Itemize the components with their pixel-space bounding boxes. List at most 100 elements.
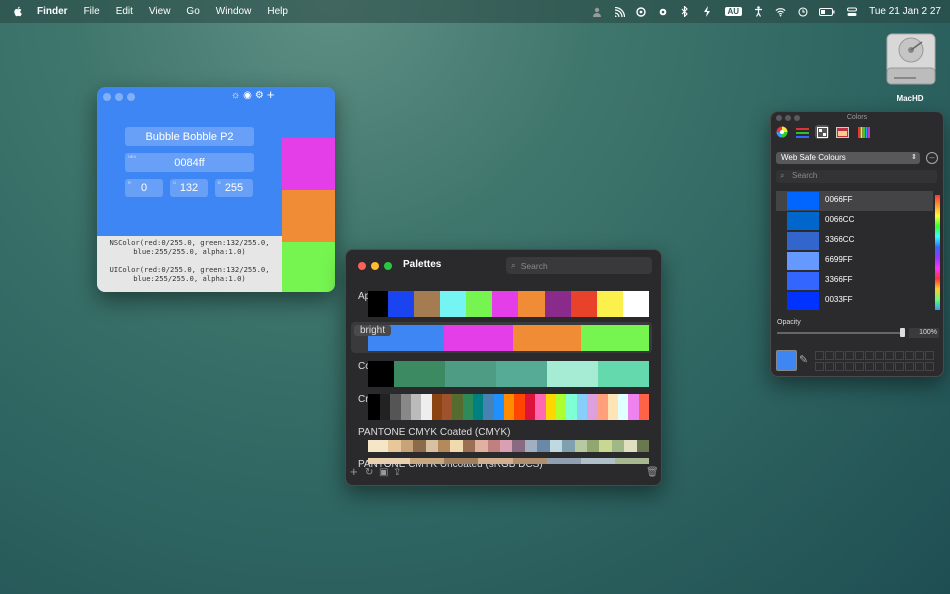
opacity-value[interactable]: 100% xyxy=(909,328,939,338)
list-options-icon[interactable]: – xyxy=(926,152,938,164)
palette-row[interactable]: Apple xyxy=(351,288,652,319)
color-list-item[interactable]: 6699FF xyxy=(776,251,933,271)
battery-icon[interactable] xyxy=(819,6,835,17)
palette-swatch[interactable] xyxy=(462,440,476,452)
empty-swatch-slot[interactable] xyxy=(905,362,914,371)
opacity-slider-knob[interactable] xyxy=(900,328,905,337)
palette-color-strip[interactable] xyxy=(368,325,649,351)
palette-swatch[interactable] xyxy=(421,394,432,420)
palette-swatch[interactable] xyxy=(413,440,426,452)
accessibility-icon[interactable] xyxy=(753,6,764,17)
add-icon[interactable]: + xyxy=(267,88,275,101)
palette-swatch[interactable] xyxy=(555,394,567,420)
pencils-icon[interactable] xyxy=(857,125,871,139)
refresh-icon[interactable]: ↻ xyxy=(365,467,373,478)
menu-file[interactable]: File xyxy=(84,6,100,17)
empty-swatch-slot[interactable] xyxy=(825,351,834,360)
cast-icon[interactable] xyxy=(614,6,625,17)
opacity-slider-track[interactable] xyxy=(777,332,903,334)
palette-swatch[interactable] xyxy=(496,361,547,387)
color-list-item[interactable]: 0066CC xyxy=(776,211,933,231)
color-list-dropdown[interactable]: Web Safe Colours ⇕ xyxy=(776,152,920,164)
palette-swatch[interactable] xyxy=(368,291,388,317)
time-machine-icon[interactable] xyxy=(797,6,808,17)
color-list-item[interactable]: 3366CC xyxy=(776,231,933,251)
empty-swatch-slot[interactable] xyxy=(865,362,874,371)
menu-clock[interactable]: Tue 21 Jan 2 27 xyxy=(869,6,941,17)
menu-go[interactable]: Go xyxy=(186,6,199,17)
palette-swatch[interactable] xyxy=(376,440,389,452)
sun-icon[interactable]: ☼ xyxy=(231,90,240,101)
palette-swatch[interactable] xyxy=(380,394,391,420)
palette-color-strip[interactable] xyxy=(368,361,649,387)
palette-swatch[interactable] xyxy=(535,394,546,420)
sync-icon[interactable] xyxy=(636,6,647,17)
swatch-magenta[interactable] xyxy=(282,138,335,190)
palette-swatch[interactable] xyxy=(512,325,581,351)
palette-swatch[interactable] xyxy=(425,440,439,452)
empty-swatch-slot[interactable] xyxy=(815,362,824,371)
palette-swatch[interactable] xyxy=(440,291,467,317)
palette-swatch[interactable] xyxy=(466,291,493,317)
palette-color-strip[interactable] xyxy=(368,394,649,420)
palette-swatch[interactable] xyxy=(599,440,612,452)
palette-swatch[interactable] xyxy=(368,361,394,387)
palette-swatch[interactable] xyxy=(492,291,519,317)
palette-swatch[interactable] xyxy=(580,325,649,351)
color-palettes-icon[interactable] xyxy=(815,125,829,139)
settings-icon[interactable]: ⚙ xyxy=(255,90,264,101)
menu-help[interactable]: Help xyxy=(267,6,288,17)
color-scrollbar[interactable] xyxy=(935,195,940,310)
empty-swatch-slot[interactable] xyxy=(825,362,834,371)
empty-swatch-slot[interactable] xyxy=(925,351,934,360)
red-field[interactable]: R 0 xyxy=(125,179,163,197)
palette-swatch[interactable] xyxy=(566,394,577,420)
bolt-icon[interactable] xyxy=(702,6,713,17)
menu-window[interactable]: Window xyxy=(216,6,252,17)
palette-swatch[interactable] xyxy=(537,440,550,452)
keyboard-input-badge[interactable]: AU xyxy=(724,7,743,16)
paste-icon[interactable]: ▣ xyxy=(379,467,388,478)
empty-swatch-slot[interactable] xyxy=(895,362,904,371)
color-list-item[interactable]: 3366FF xyxy=(776,271,933,291)
nscolor-code[interactable]: NSColor(red:0/255.0, green:132/255.0, bl… xyxy=(97,238,282,256)
palette-swatch[interactable] xyxy=(611,440,625,452)
empty-swatch-slot[interactable] xyxy=(905,351,914,360)
palette-color-strip[interactable] xyxy=(368,440,649,452)
color-name-field[interactable]: Bubble Bobble P2 xyxy=(125,127,254,146)
swatch-green[interactable] xyxy=(282,242,335,292)
empty-swatch-slot[interactable] xyxy=(855,351,864,360)
palette-swatch[interactable] xyxy=(388,440,401,452)
hex-field[interactable]: HEX 0084ff xyxy=(125,153,254,172)
sliders-icon[interactable] xyxy=(795,125,809,139)
palette-swatch[interactable] xyxy=(596,291,623,317)
palette-row[interactable]: Cookie xyxy=(351,358,652,389)
eye-icon[interactable]: ◉ xyxy=(243,90,252,101)
gear-icon[interactable] xyxy=(658,6,669,17)
palette-swatch[interactable] xyxy=(574,440,587,452)
palette-swatch[interactable] xyxy=(512,440,525,452)
palette-swatch[interactable] xyxy=(504,394,515,420)
palette-swatch[interactable] xyxy=(414,291,441,317)
color-wheel-icon[interactable] xyxy=(775,125,789,139)
palette-swatch[interactable] xyxy=(411,394,422,420)
empty-swatch-slot[interactable] xyxy=(865,351,874,360)
palette-swatch[interactable] xyxy=(368,440,376,452)
menu-view[interactable]: View xyxy=(149,6,171,17)
palette-swatch[interactable] xyxy=(549,440,563,452)
palette-swatch[interactable] xyxy=(638,394,649,420)
palette-row[interactable]: PANTONE CMYK Uncoated (sRGB DCS) xyxy=(351,456,652,470)
palette-swatch[interactable] xyxy=(394,361,445,387)
palette-swatch[interactable] xyxy=(597,394,608,420)
minimize-button[interactable] xyxy=(115,93,123,101)
palette-swatch[interactable] xyxy=(636,440,649,452)
palette-swatch[interactable] xyxy=(628,394,639,420)
palette-color-strip[interactable] xyxy=(368,291,649,317)
menu-edit[interactable]: Edit xyxy=(116,6,133,17)
empty-swatch-slot[interactable] xyxy=(855,362,864,371)
palette-row[interactable]: PANTONE CMYK Coated (CMYK) xyxy=(351,424,652,455)
palette-swatch[interactable] xyxy=(483,394,494,420)
empty-swatch-slot[interactable] xyxy=(875,362,884,371)
palette-swatch[interactable] xyxy=(622,291,649,317)
palette-swatch[interactable] xyxy=(524,440,538,452)
